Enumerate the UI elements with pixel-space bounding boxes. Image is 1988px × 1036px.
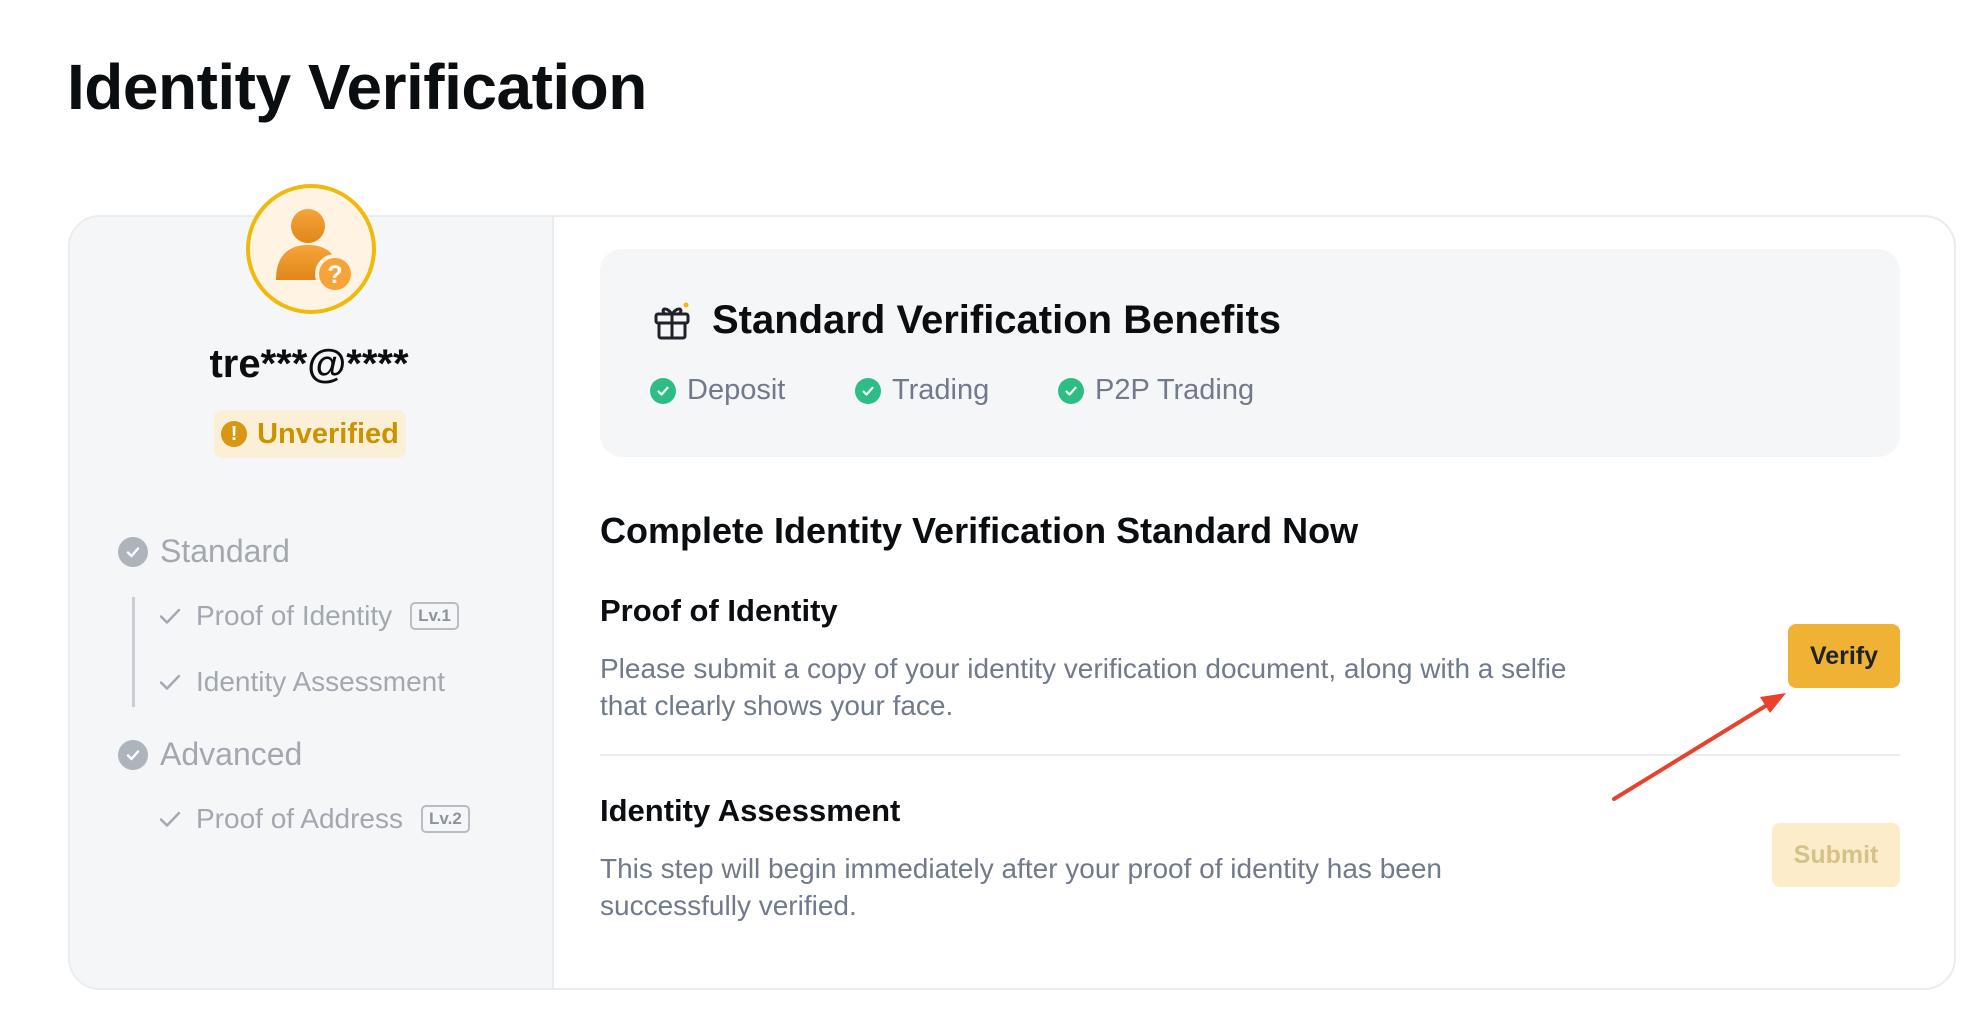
proof-of-identity-description: Please submit a copy of your identity ve… <box>600 653 1567 721</box>
benefit-label: P2P Trading <box>1095 374 1255 406</box>
svg-text:?: ? <box>327 261 342 289</box>
level-label: Advanced <box>160 736 303 772</box>
benefit-deposit: Deposit <box>650 374 785 407</box>
check-icon <box>159 674 181 690</box>
check-circle-icon <box>650 377 676 404</box>
tree-line <box>132 597 135 707</box>
level-tag: Lv.2 <box>421 805 470 833</box>
status-badge: ! Unverified <box>214 410 406 458</box>
check-circle-icon <box>1058 377 1084 404</box>
benefits-title: Standard Verification Benefits <box>712 298 1282 342</box>
step-label: Proof of Identity <box>196 600 393 631</box>
level-standard: Standard <box>118 533 290 570</box>
check-icon <box>159 811 181 827</box>
user-question-icon: ? <box>276 209 355 294</box>
benefit-label: Deposit <box>687 374 786 406</box>
step-label: Identity Assessment <box>196 666 446 697</box>
verify-button[interactable]: Verify <box>1788 624 1900 688</box>
warning-icon: ! <box>221 421 248 447</box>
username: tre***@**** <box>209 342 409 386</box>
check-icon <box>159 608 181 624</box>
benefits-heading: Standard Verification Benefits <box>652 298 1281 343</box>
benefit-p2p-trading: P2P Trading <box>1058 374 1254 407</box>
submit-button[interactable]: Submit <box>1772 823 1900 887</box>
check-circle-icon <box>118 739 148 770</box>
benefit-label: Trading <box>892 374 990 406</box>
step-proof-of-address: Proof of Address Lv.2 <box>156 803 470 835</box>
check-circle-icon <box>855 377 881 404</box>
level-tag: Lv.1 <box>410 602 459 630</box>
identity-assessment-title: Identity Assessment <box>600 793 901 828</box>
step-identity-assessment: Identity Assessment <box>156 666 445 698</box>
section-title: Complete Identity Verification Standard … <box>600 510 1359 551</box>
level-advanced: Advanced <box>118 736 302 773</box>
level-label: Standard <box>160 533 290 569</box>
proof-of-identity-title: Proof of Identity <box>600 593 838 628</box>
gift-icon <box>654 302 690 339</box>
step-label: Proof of Address <box>196 803 404 834</box>
benefits-panel <box>600 249 1900 457</box>
avatar: ? <box>246 184 376 314</box>
benefit-trading: Trading <box>855 374 989 407</box>
page-title: Identity Verification <box>67 51 647 123</box>
identity-assessment-description: This step will begin immediately after y… <box>600 853 1442 921</box>
status-label: Unverified <box>257 417 399 450</box>
divider <box>600 754 1900 756</box>
step-proof-of-identity: Proof of Identity Lv.1 <box>156 600 459 632</box>
check-circle-icon <box>118 536 148 567</box>
